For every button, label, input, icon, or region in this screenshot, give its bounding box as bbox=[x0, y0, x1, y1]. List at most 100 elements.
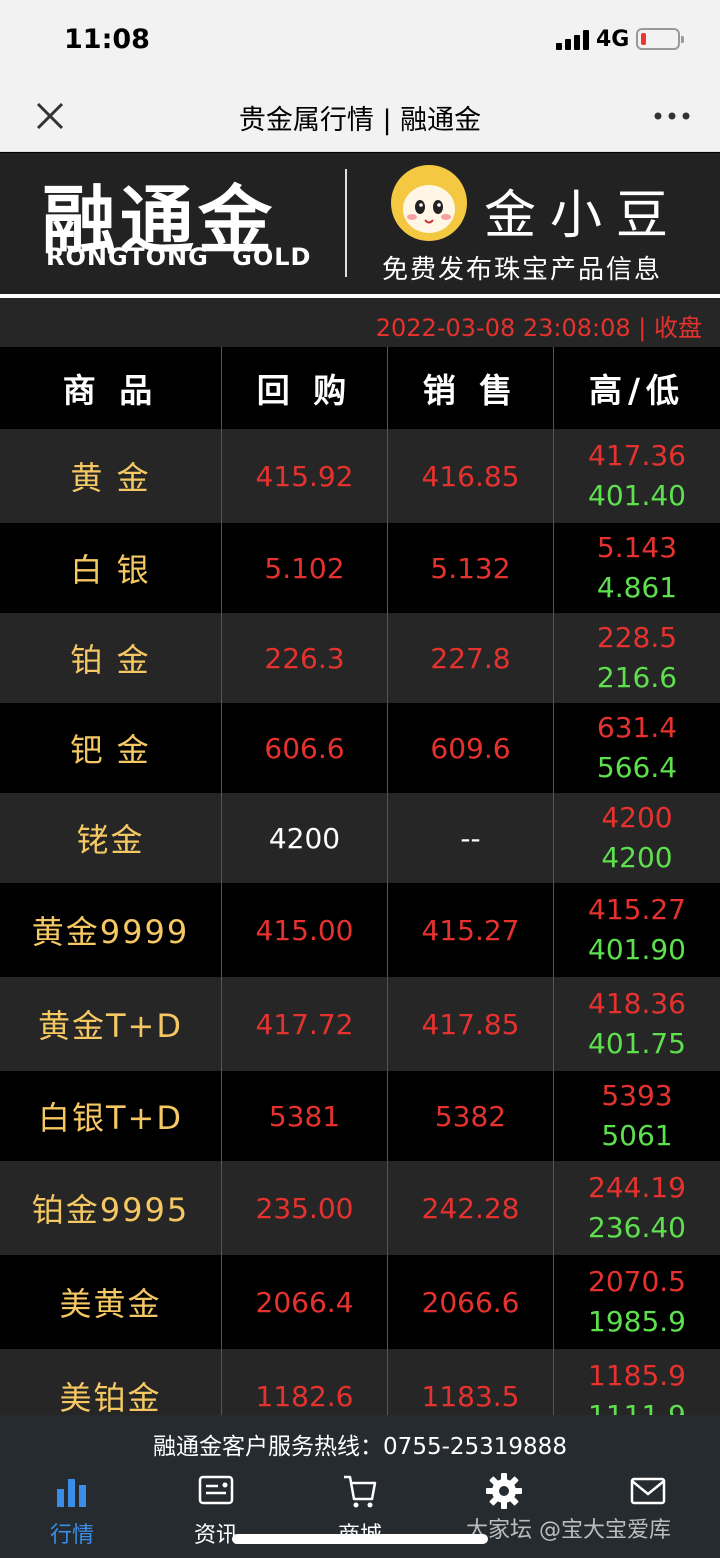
page-title: 贵金属行情 | 融通金 bbox=[238, 105, 482, 136]
buyback-price: 5381 bbox=[268, 1099, 341, 1133]
column-divider bbox=[553, 347, 554, 1415]
sell-price: 416.85 bbox=[421, 459, 520, 493]
high-low: 5.143 4.861 bbox=[554, 523, 720, 613]
date-bar: 2022-03-08 23:08:08 | 收盘 bbox=[0, 298, 720, 347]
table-row[interactable]: 美黄金 2066.4 2066.6 2070.5 1985.9 bbox=[0, 1255, 720, 1349]
table-row[interactable]: 钯 金 606.6 609.6 631.4 566.4 bbox=[0, 703, 720, 793]
buyback-price: 5.102 bbox=[264, 551, 345, 585]
news-card-icon bbox=[198, 1475, 234, 1505]
product-name: 白 银 bbox=[70, 551, 151, 589]
tab-quotes[interactable]: 行情 bbox=[0, 1465, 144, 1558]
sell-price: 415.27 bbox=[421, 913, 520, 947]
home-indicator[interactable] bbox=[232, 1534, 488, 1544]
sell-price: 5.132 bbox=[430, 551, 511, 585]
high-price: 5393 bbox=[601, 1079, 673, 1112]
high-low: 5393 5061 bbox=[554, 1071, 720, 1161]
sell-price: 5382 bbox=[434, 1099, 507, 1133]
low-price: 1985.9 bbox=[588, 1305, 686, 1338]
product-name: 铂金9995 bbox=[31, 1191, 190, 1229]
market-status: 收盘 bbox=[654, 314, 702, 342]
product-name: 铑金 bbox=[76, 821, 145, 859]
tab-label: 资讯 bbox=[193, 1523, 238, 1548]
nav-bar: 贵金属行情 | 融通金 bbox=[0, 80, 720, 152]
high-low: 4200 4200 bbox=[554, 793, 720, 883]
product-name: 白银T+D bbox=[37, 1099, 183, 1137]
product-name: 美黄金 bbox=[59, 1285, 162, 1323]
buyback-price: 417.72 bbox=[255, 1007, 354, 1041]
high-price: 417.36 bbox=[588, 439, 686, 472]
buyback-price: 415.92 bbox=[255, 459, 354, 493]
header-product: 商 品 bbox=[62, 371, 159, 410]
high-low: 415.27 401.90 bbox=[554, 883, 720, 977]
header-buyback: 回 购 bbox=[256, 371, 353, 410]
low-price: 5061 bbox=[601, 1119, 673, 1152]
low-price: 216.6 bbox=[596, 661, 678, 694]
signal-icon bbox=[556, 30, 590, 50]
high-price: 228.5 bbox=[596, 621, 678, 654]
tab-news[interactable]: 资讯 bbox=[144, 1465, 288, 1558]
buyback-price: 415.00 bbox=[255, 913, 354, 947]
sell-price: 242.28 bbox=[421, 1191, 520, 1225]
network-type: 4G bbox=[596, 27, 630, 52]
bar-chart-icon bbox=[57, 1479, 86, 1507]
sell-price: 417.85 bbox=[421, 1007, 520, 1041]
product-name: 黄 金 bbox=[70, 459, 151, 497]
tab-label: 行情 bbox=[49, 1523, 94, 1548]
low-price: 236.40 bbox=[588, 1211, 686, 1244]
high-price: 4200 bbox=[601, 801, 673, 834]
status-bar: 11:08 4G bbox=[0, 0, 720, 80]
high-low: 228.5 216.6 bbox=[554, 613, 720, 703]
low-price: 566.4 bbox=[596, 751, 678, 784]
brand-jinxiaodou: 金小豆 bbox=[484, 186, 683, 246]
status-time: 11:08 bbox=[64, 24, 150, 55]
product-name: 黄金T+D bbox=[37, 1007, 183, 1045]
high-low: 244.19 236.40 bbox=[554, 1161, 720, 1255]
table-row[interactable]: 铂金9995 235.00 242.28 244.19 236.40 bbox=[0, 1161, 720, 1255]
high-low: 631.4 566.4 bbox=[554, 703, 720, 793]
tab-mall[interactable]: 商城 bbox=[288, 1465, 432, 1558]
table-row[interactable]: 铑金 4200 -- 4200 4200 bbox=[0, 793, 720, 883]
high-price: 2070.5 bbox=[588, 1265, 686, 1298]
mascot-icon bbox=[391, 165, 467, 241]
high-low: 2070.5 1985.9 bbox=[554, 1255, 720, 1349]
column-divider bbox=[221, 347, 222, 1415]
update-datetime: 2022-03-08 23:08:08 bbox=[375, 314, 631, 342]
table-row[interactable]: 白 银 5.102 5.132 5.143 4.861 bbox=[0, 523, 720, 613]
table-row[interactable]: 黄金T+D 417.72 417.85 418.36 401.75 bbox=[0, 977, 720, 1071]
high-price: 1185.9 bbox=[588, 1359, 686, 1392]
sell-price: 2066.6 bbox=[421, 1285, 520, 1319]
high-price: 418.36 bbox=[588, 987, 686, 1020]
date-separator: | bbox=[630, 314, 654, 342]
banner-slogan: 免费发布珠宝产品信息 bbox=[382, 255, 663, 285]
more-icon[interactable] bbox=[652, 96, 692, 136]
low-price: 4200 bbox=[601, 841, 673, 874]
column-divider bbox=[387, 347, 388, 1415]
table-row[interactable]: 白银T+D 5381 5382 5393 5061 bbox=[0, 1071, 720, 1161]
product-name: 钯 金 bbox=[70, 731, 151, 769]
header-high-low: 高/低 bbox=[588, 371, 686, 410]
table-row[interactable]: 黄金9999 415.00 415.27 415.27 401.90 bbox=[0, 883, 720, 977]
high-price: 5.143 bbox=[596, 531, 678, 564]
cart-icon bbox=[344, 1475, 377, 1508]
price-table: 黄 金 415.92 416.85 417.36 401.40 白 银 5.102… bbox=[0, 429, 720, 1443]
mail-icon bbox=[630, 1477, 666, 1505]
low-price: 401.75 bbox=[588, 1027, 686, 1060]
table-row[interactable]: 黄 金 415.92 416.85 417.36 401.40 bbox=[0, 429, 720, 523]
sell-price: 227.8 bbox=[430, 641, 511, 675]
product-name: 铂 金 bbox=[70, 641, 151, 679]
buyback-price: 4200 bbox=[268, 821, 341, 855]
tab-label: 商城 bbox=[288, 1517, 432, 1549]
low-price: 401.90 bbox=[588, 933, 686, 966]
table-header: 商 品 回 购 销 售 高/低 bbox=[0, 347, 720, 429]
buyback-price: 226.3 bbox=[264, 641, 345, 675]
watermark: 大家坛 @宝大宝爱库 bbox=[466, 1518, 671, 1543]
table-row[interactable]: 铂 金 226.3 227.8 228.5 216.6 bbox=[0, 613, 720, 703]
low-price: 4.861 bbox=[596, 571, 678, 604]
header-sell: 销 售 bbox=[422, 371, 519, 410]
gear-icon bbox=[486, 1473, 522, 1509]
service-hotline[interactable]: 融通金客户服务热线：0755-25319888 bbox=[0, 1415, 720, 1465]
low-price: 401.40 bbox=[588, 479, 686, 512]
high-price: 631.4 bbox=[596, 711, 678, 744]
buyback-price: 2066.4 bbox=[255, 1285, 354, 1319]
sell-price: -- bbox=[460, 821, 481, 855]
